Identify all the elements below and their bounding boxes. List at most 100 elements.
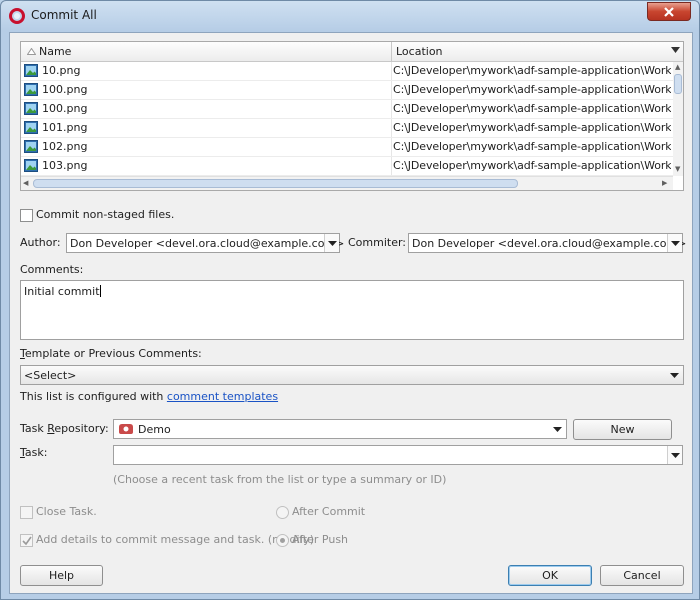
- scroll-up-icon[interactable]: ▲: [675, 63, 680, 71]
- commiter-label: Commiter:: [348, 236, 407, 249]
- chevron-down-icon: [671, 241, 680, 246]
- commiter-combo[interactable]: Don Developer <devel.ora.cloud@example.c…: [408, 233, 687, 253]
- horizontal-scrollbar[interactable]: ◀ ▶: [21, 176, 673, 190]
- template-label-text: emplate or Previous Comments:: [24, 347, 202, 360]
- table-row[interactable]: 103.png C:\JDeveloper\mywork\adf-sample-a…: [21, 157, 673, 176]
- file-location-cell: C:\JDeveloper\mywork\adf-sample-applicat…: [393, 83, 671, 96]
- file-location-cell: C:\JDeveloper\mywork\adf-sample-applicat…: [393, 64, 671, 77]
- checkmark-icon: [22, 536, 32, 546]
- close-task-checkbox[interactable]: [20, 506, 33, 519]
- comments-textarea[interactable]: Initial commit: [20, 280, 684, 340]
- task-repository-select[interactable]: Demo: [113, 419, 567, 439]
- table-header: Name Location: [21, 42, 683, 62]
- commit-nonstaged-label: Commit non-staged files.: [36, 208, 175, 221]
- after-commit-label: After Commit: [292, 505, 366, 518]
- file-location-cell: C:\JDeveloper\mywork\adf-sample-applicat…: [393, 121, 671, 134]
- dialog-content: Name Location 10.png C:\JDeveloper\mywork…: [9, 32, 693, 594]
- scroll-down-icon[interactable]: ▼: [675, 165, 680, 173]
- commit-nonstaged-checkbox[interactable]: [20, 209, 33, 222]
- task-label-text: ask:: [24, 446, 48, 459]
- template-config-text: This list is configured with: [20, 390, 167, 403]
- image-file-icon: [24, 102, 38, 115]
- task-repo-label-post: epository:: [54, 422, 109, 435]
- after-push-label: After Push: [292, 533, 349, 546]
- task-repository-label: Task Repository:: [20, 422, 109, 435]
- comments-value: Initial commit: [24, 285, 100, 298]
- task-label: Task:: [20, 446, 47, 459]
- ok-button[interactable]: OK: [508, 565, 592, 586]
- cancel-button-label: Cancel: [623, 569, 661, 582]
- commit-all-dialog: Commit All Name Location 10.png C:\JDevel…: [0, 0, 700, 600]
- cell-divider: [391, 138, 392, 156]
- commiter-value: Don Developer <devel.ora.cloud@example.c…: [412, 237, 687, 250]
- cell-divider: [391, 81, 392, 99]
- file-name-cell: 100.png: [42, 102, 88, 115]
- template-select[interactable]: <Select>: [20, 365, 684, 385]
- cell-divider: [391, 62, 392, 80]
- text-caret: [99, 285, 101, 297]
- new-repository-button[interactable]: New: [573, 419, 672, 440]
- jdeveloper-app-icon: [9, 8, 25, 24]
- template-select-value: <Select>: [24, 369, 77, 382]
- table-row[interactable]: 100.png C:\JDeveloper\mywork\adf-sample-a…: [21, 100, 673, 119]
- vertical-scroll-thumb[interactable]: [674, 74, 682, 94]
- cell-divider: [391, 119, 392, 137]
- after-commit-radio[interactable]: [276, 506, 289, 519]
- add-details-checkbox[interactable]: [20, 534, 33, 547]
- table-row[interactable]: 101.png C:\JDeveloper\mywork\adf-sample-a…: [21, 119, 673, 138]
- comment-templates-link[interactable]: comment templates: [167, 390, 278, 403]
- new-button-label: New: [610, 423, 635, 436]
- scroll-right-icon[interactable]: ▶: [662, 179, 667, 187]
- help-button-label: Help: [48, 569, 75, 582]
- chevron-down-icon: [328, 241, 337, 246]
- files-table[interactable]: Name Location 10.png C:\JDeveloper\mywork…: [20, 41, 684, 191]
- help-button[interactable]: Help: [20, 565, 103, 586]
- after-push-radio[interactable]: [276, 534, 289, 547]
- file-name-cell: 101.png: [42, 121, 88, 134]
- task-repository-value: Demo: [138, 423, 171, 436]
- task-combo[interactable]: [113, 445, 683, 465]
- column-divider[interactable]: [391, 42, 392, 62]
- file-name-cell: 102.png: [42, 140, 88, 153]
- file-name-cell: 100.png: [42, 83, 88, 96]
- cell-divider: [391, 157, 392, 175]
- image-file-icon: [24, 140, 38, 153]
- column-menu-icon[interactable]: [671, 47, 680, 53]
- chevron-down-icon: [553, 427, 562, 432]
- image-file-icon: [24, 159, 38, 172]
- chevron-down-icon: [671, 453, 680, 458]
- template-config-note: This list is configured with comment tem…: [20, 390, 278, 403]
- chevron-down-icon: [670, 373, 679, 378]
- table-row[interactable]: 10.png C:\JDeveloper\mywork\adf-sample-ap…: [21, 62, 673, 81]
- author-dropdown-button[interactable]: [324, 234, 339, 252]
- cancel-button[interactable]: Cancel: [600, 565, 684, 586]
- horizontal-scroll-thumb[interactable]: [33, 179, 518, 188]
- table-row[interactable]: 102.png C:\JDeveloper\mywork\adf-sample-a…: [21, 138, 673, 157]
- task-repo-label-pre: Task: [20, 422, 48, 435]
- image-file-icon: [24, 121, 38, 134]
- template-label: Template or Previous Comments:: [20, 347, 202, 360]
- window-title: Commit All: [31, 8, 97, 22]
- title-bar[interactable]: Commit All: [1, 1, 699, 31]
- repository-icon: [119, 424, 133, 434]
- image-file-icon: [24, 83, 38, 96]
- column-header-name[interactable]: Name: [39, 45, 71, 58]
- close-button[interactable]: [647, 2, 691, 21]
- commiter-dropdown-button[interactable]: [667, 234, 682, 252]
- task-hint: (Choose a recent task from the list or t…: [113, 473, 447, 486]
- author-combo[interactable]: Don Developer <devel.ora.cloud@example.c…: [66, 233, 344, 253]
- comments-label: Comments:: [20, 263, 84, 276]
- vertical-scrollbar[interactable]: ▲ ▼: [673, 62, 683, 176]
- task-dropdown-button[interactable]: [667, 446, 682, 464]
- column-header-location[interactable]: Location: [396, 45, 443, 58]
- ok-button-label: OK: [542, 569, 558, 582]
- add-details-label: Add details to commit message and task. …: [36, 533, 315, 546]
- table-row[interactable]: 100.png C:\JDeveloper\mywork\adf-sample-a…: [21, 81, 673, 100]
- scroll-left-icon[interactable]: ◀: [23, 179, 28, 187]
- cell-divider: [391, 100, 392, 118]
- file-location-cell: C:\JDeveloper\mywork\adf-sample-applicat…: [393, 159, 671, 172]
- author-label: Author:: [20, 236, 61, 249]
- author-value: Don Developer <devel.ora.cloud@example.c…: [70, 237, 345, 250]
- close-task-label: Close Task.: [36, 505, 97, 518]
- sort-ascending-icon[interactable]: [27, 48, 36, 55]
